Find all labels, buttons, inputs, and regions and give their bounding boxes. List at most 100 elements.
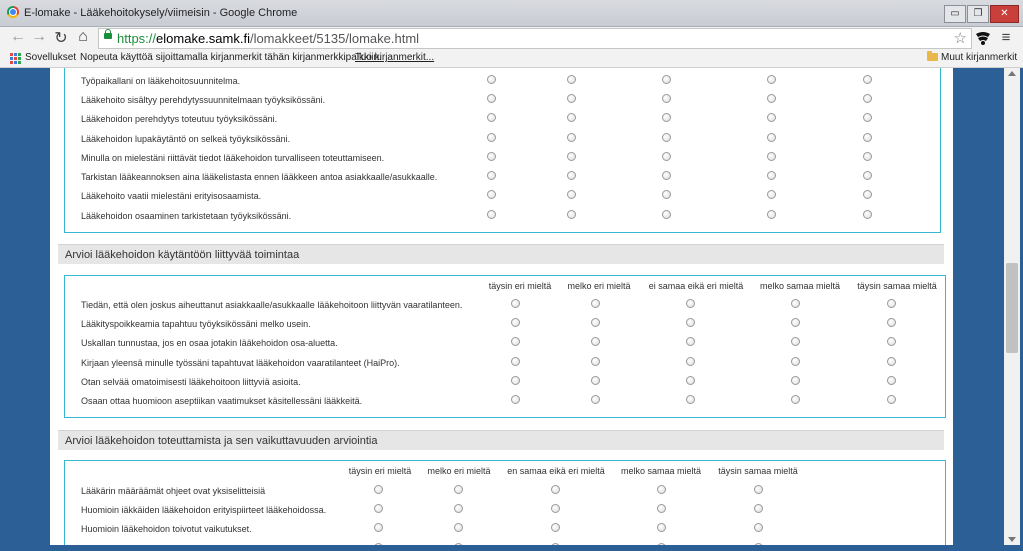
radio-option[interactable] <box>374 523 383 532</box>
radio-option[interactable] <box>487 190 496 199</box>
radio-option[interactable] <box>767 94 776 103</box>
radio-option[interactable] <box>863 75 872 84</box>
radio-option[interactable] <box>662 133 671 142</box>
radio-option[interactable] <box>662 171 671 180</box>
apps-bookmark[interactable]: Sovellukset <box>25 52 76 63</box>
radio-option[interactable] <box>686 376 695 385</box>
radio-option[interactable] <box>863 190 872 199</box>
extension-icon[interactable] <box>975 30 991 46</box>
radio-option[interactable] <box>662 210 671 219</box>
radio-option[interactable] <box>662 113 671 122</box>
radio-option[interactable] <box>767 113 776 122</box>
radio-option[interactable] <box>511 337 520 346</box>
radio-option[interactable] <box>511 395 520 404</box>
back-button[interactable]: ← <box>8 28 28 46</box>
radio-option[interactable] <box>567 75 576 84</box>
radio-option[interactable] <box>686 318 695 327</box>
radio-option[interactable] <box>511 318 520 327</box>
radio-option[interactable] <box>657 523 666 532</box>
radio-option[interactable] <box>454 485 463 494</box>
radio-option[interactable] <box>767 210 776 219</box>
radio-option[interactable] <box>791 376 800 385</box>
radio-option[interactable] <box>754 485 763 494</box>
radio-option[interactable] <box>454 523 463 532</box>
radio-option[interactable] <box>863 113 872 122</box>
radio-option[interactable] <box>487 210 496 219</box>
radio-option[interactable] <box>662 94 671 103</box>
radio-option[interactable] <box>511 299 520 308</box>
home-button[interactable]: ⌂ <box>73 28 93 46</box>
radio-option[interactable] <box>863 152 872 161</box>
address-bar[interactable]: https://elomake.samk.fi/lomakkeet/5135/l… <box>98 28 972 49</box>
radio-option[interactable] <box>662 75 671 84</box>
radio-option[interactable] <box>791 318 800 327</box>
radio-option[interactable] <box>657 504 666 513</box>
radio-option[interactable] <box>567 94 576 103</box>
radio-option[interactable] <box>591 318 600 327</box>
radio-option[interactable] <box>591 395 600 404</box>
radio-option[interactable] <box>686 337 695 346</box>
radio-option[interactable] <box>686 299 695 308</box>
radio-option[interactable] <box>887 299 896 308</box>
radio-option[interactable] <box>511 357 520 366</box>
radio-option[interactable] <box>551 485 560 494</box>
radio-option[interactable] <box>454 504 463 513</box>
minimize-button[interactable]: ▭ <box>944 5 966 23</box>
radio-option[interactable] <box>551 504 560 513</box>
radio-option[interactable] <box>887 376 896 385</box>
radio-option[interactable] <box>686 357 695 366</box>
radio-option[interactable] <box>567 152 576 161</box>
radio-option[interactable] <box>487 94 496 103</box>
apps-grid-icon[interactable] <box>10 53 21 64</box>
radio-option[interactable] <box>791 337 800 346</box>
radio-option[interactable] <box>591 357 600 366</box>
radio-option[interactable] <box>511 376 520 385</box>
radio-option[interactable] <box>551 523 560 532</box>
radio-option[interactable] <box>767 152 776 161</box>
other-bookmarks[interactable]: Muut kirjanmerkit <box>941 52 1017 63</box>
radio-option[interactable] <box>767 190 776 199</box>
radio-option[interactable] <box>863 94 872 103</box>
radio-option[interactable] <box>863 171 872 180</box>
restore-button[interactable]: ❐ <box>967 5 989 23</box>
forward-button[interactable]: → <box>29 28 49 46</box>
radio-option[interactable] <box>863 210 872 219</box>
vertical-scrollbar[interactable] <box>1004 68 1020 545</box>
radio-option[interactable] <box>887 337 896 346</box>
radio-option[interactable] <box>591 376 600 385</box>
close-button[interactable]: ✕ <box>990 5 1019 23</box>
radio-option[interactable] <box>567 133 576 142</box>
radio-option[interactable] <box>791 395 800 404</box>
radio-option[interactable] <box>487 75 496 84</box>
radio-option[interactable] <box>657 485 666 494</box>
radio-option[interactable] <box>887 318 896 327</box>
radio-option[interactable] <box>591 337 600 346</box>
radio-option[interactable] <box>863 133 872 142</box>
radio-option[interactable] <box>374 485 383 494</box>
radio-option[interactable] <box>374 504 383 513</box>
radio-option[interactable] <box>754 523 763 532</box>
radio-option[interactable] <box>567 210 576 219</box>
import-bookmarks-link[interactable]: Tuo kirjanmerkit... <box>355 52 434 63</box>
scrollbar-thumb[interactable] <box>1006 263 1018 353</box>
radio-option[interactable] <box>487 133 496 142</box>
radio-option[interactable] <box>591 299 600 308</box>
radio-option[interactable] <box>567 190 576 199</box>
radio-option[interactable] <box>887 395 896 404</box>
scroll-down-arrow-icon[interactable] <box>1008 537 1016 542</box>
radio-option[interactable] <box>662 152 671 161</box>
bookmark-star-icon[interactable]: ☆ <box>954 29 967 47</box>
reload-button[interactable]: ↻ <box>51 28 71 48</box>
radio-option[interactable] <box>567 171 576 180</box>
radio-option[interactable] <box>662 190 671 199</box>
radio-option[interactable] <box>791 357 800 366</box>
radio-option[interactable] <box>767 171 776 180</box>
radio-option[interactable] <box>887 357 896 366</box>
radio-option[interactable] <box>686 395 695 404</box>
radio-option[interactable] <box>567 113 576 122</box>
radio-option[interactable] <box>487 113 496 122</box>
chrome-menu-icon[interactable]: ≡ <box>998 29 1014 47</box>
radio-option[interactable] <box>754 504 763 513</box>
radio-option[interactable] <box>487 171 496 180</box>
scroll-up-arrow-icon[interactable] <box>1008 71 1016 76</box>
